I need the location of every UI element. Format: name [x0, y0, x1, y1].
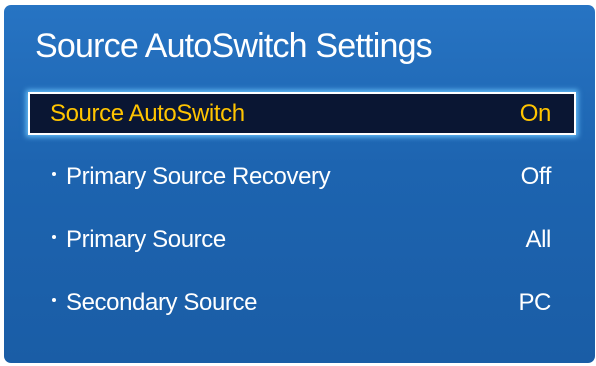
- menu-item-secondary-source[interactable]: Secondary Source PC: [28, 281, 576, 324]
- menu-item-label-wrap: Primary Source Recovery: [28, 162, 331, 191]
- bullet-icon: [52, 235, 56, 240]
- menu-item-value: On: [519, 99, 552, 127]
- menu-item-value: Off: [520, 162, 552, 190]
- menu-item-label-wrap: Primary Source: [28, 226, 226, 254]
- settings-dialog: Source AutoSwitch Settings Source AutoSw…: [4, 5, 595, 363]
- menu-item-source-autoswitch[interactable]: Source AutoSwitch On: [28, 92, 576, 135]
- dialog-title: Source AutoSwitch Settings: [35, 27, 433, 65]
- menu-item-label: Secondary Source: [66, 288, 258, 316]
- bullet-icon: [52, 298, 56, 303]
- menu-item-value: All: [525, 225, 552, 253]
- menu-item-value: PC: [518, 288, 551, 316]
- menu-item-label: Source AutoSwitch: [50, 99, 245, 127]
- settings-menu: Source AutoSwitch On Primary Source Reco…: [28, 92, 576, 344]
- menu-item-label: Primary Source Recovery: [66, 162, 331, 190]
- menu-item-primary-source-recovery[interactable]: Primary Source Recovery Off: [28, 155, 576, 198]
- menu-item-primary-source[interactable]: Primary Source All: [28, 218, 576, 261]
- menu-item-label: Primary Source: [66, 225, 226, 253]
- menu-item-label-wrap: Secondary Source: [28, 289, 257, 317]
- bullet-icon: [52, 172, 56, 177]
